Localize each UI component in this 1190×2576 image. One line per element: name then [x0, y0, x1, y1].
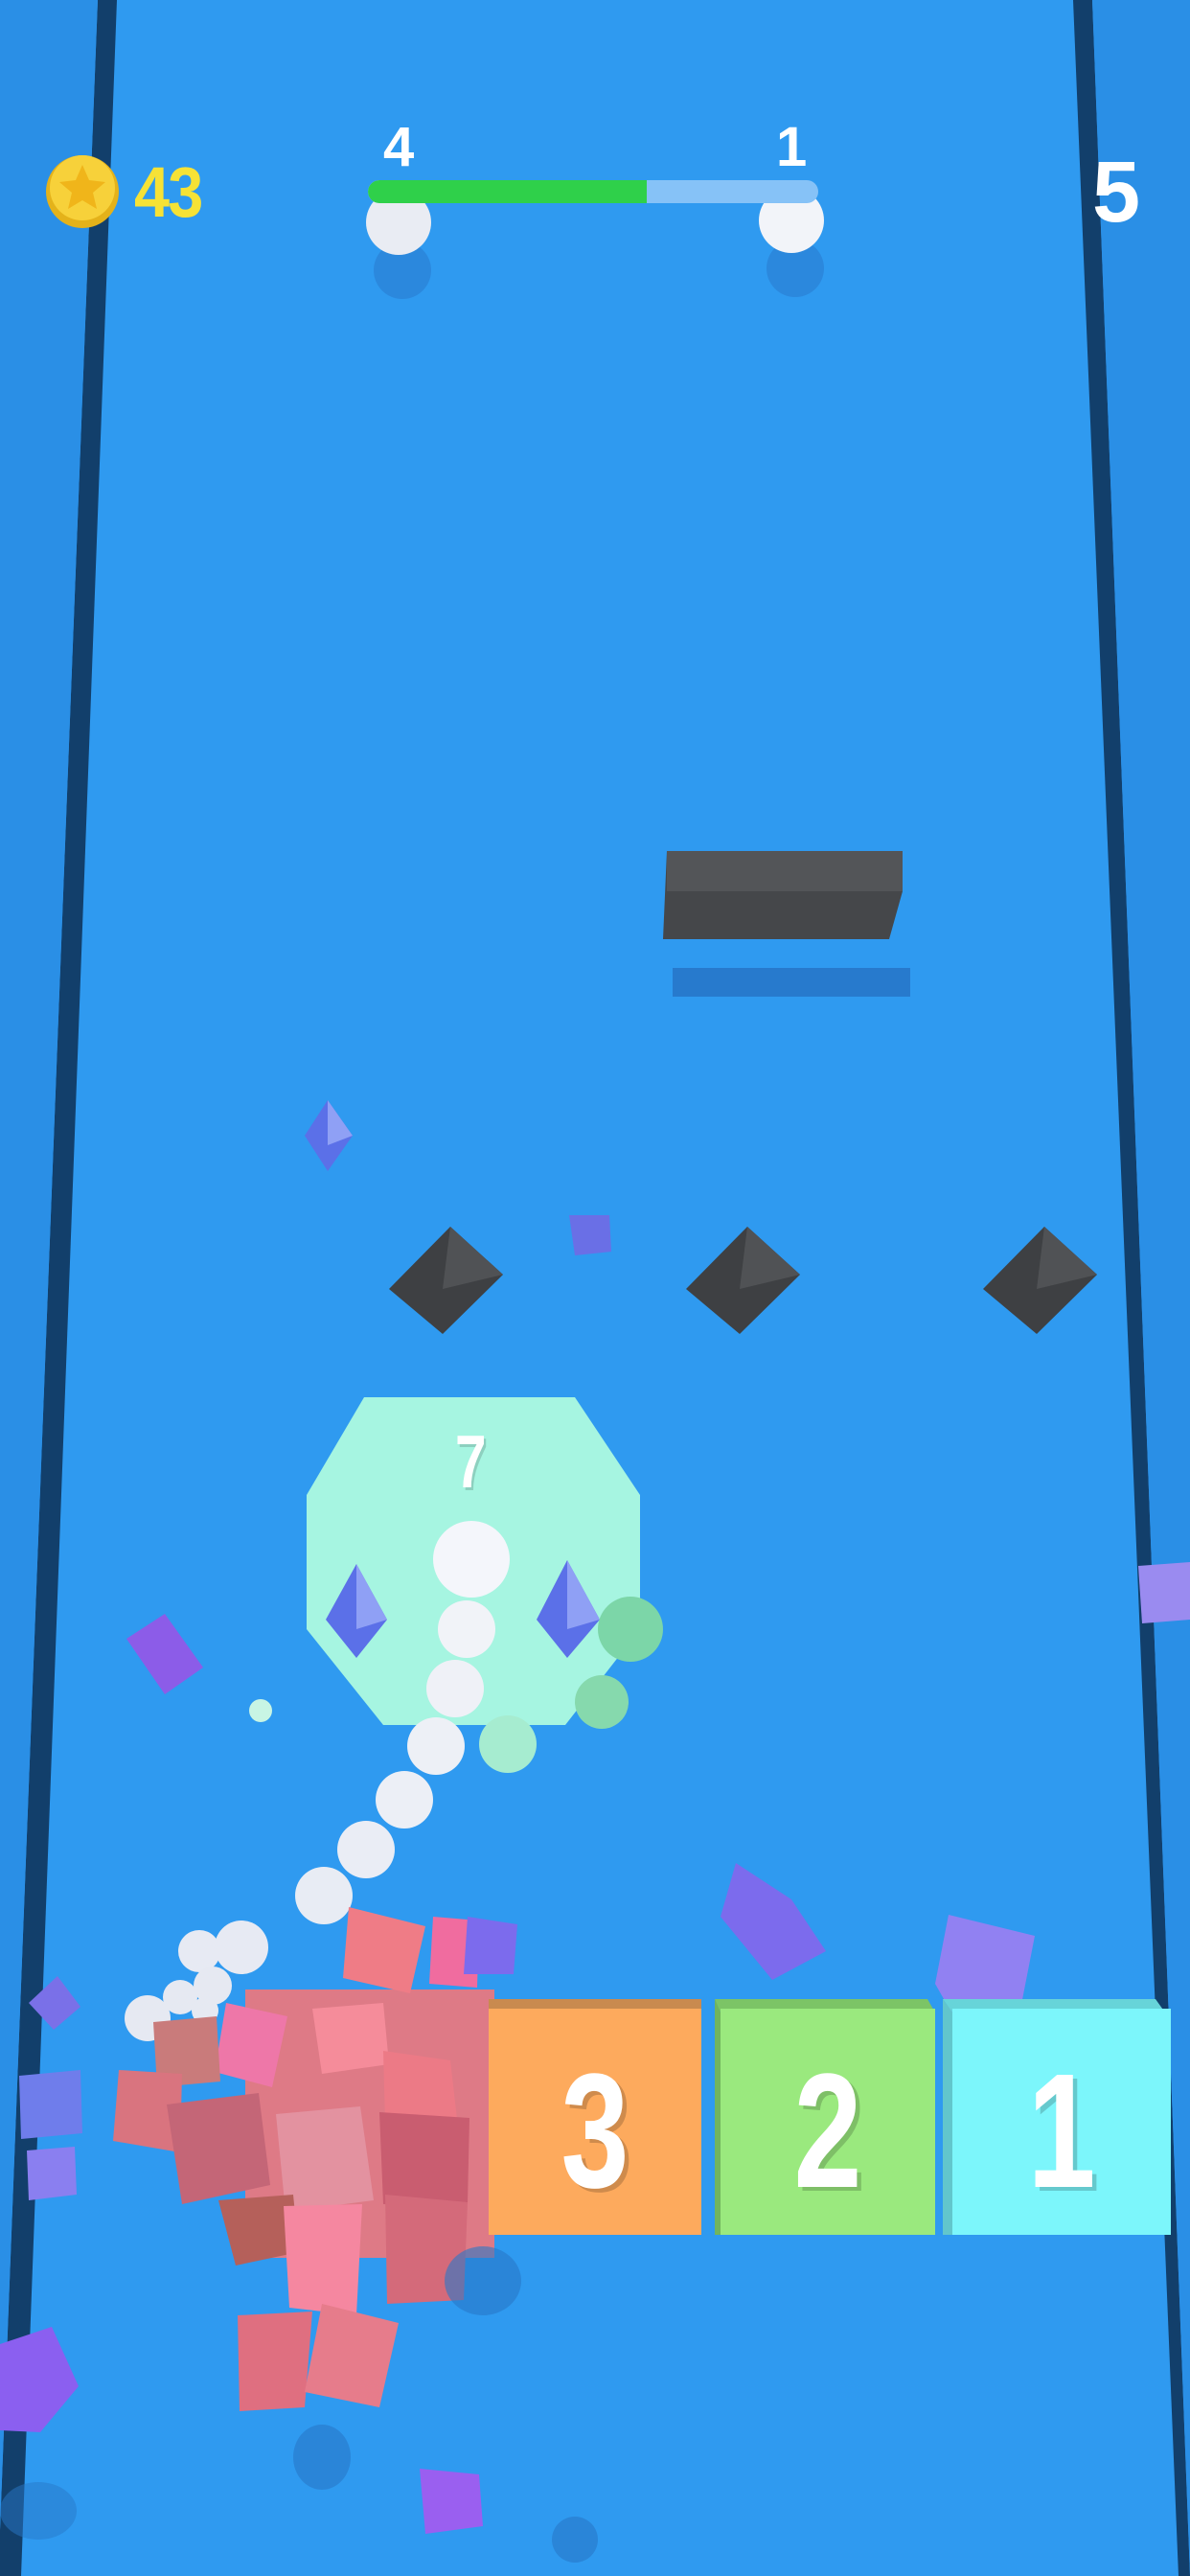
- purple-cube: [27, 2147, 77, 2200]
- purple-cube: [1138, 1562, 1190, 1623]
- purple-cube: [569, 1215, 611, 1255]
- wall-obstacle: [663, 851, 910, 997]
- crowd-count: 7: [455, 1419, 487, 1504]
- block-3-label: 3: [561, 2040, 629, 2222]
- cube-shadow: [552, 2517, 598, 2563]
- block-1-label: 1: [1027, 2040, 1096, 2222]
- green-pebble: [249, 1699, 272, 1722]
- progress-start-count: 4: [383, 116, 415, 178]
- star-coin-icon: [46, 155, 119, 228]
- level-number: 5: [1091, 145, 1140, 241]
- purple-cube: [420, 2469, 483, 2534]
- green-pebble: [598, 1597, 663, 1662]
- green-pebble: [575, 1675, 629, 1729]
- green-pebble: [479, 1715, 537, 1773]
- game-screen[interactable]: 43 5 4 1 7 3 2 1: [0, 0, 1190, 2576]
- level-progress-bar: [368, 180, 818, 203]
- cube-shadow: [293, 2425, 351, 2490]
- level-progress-fill: [368, 180, 648, 203]
- progress-end-count: 1: [776, 116, 808, 178]
- cube-shadow: [445, 2246, 521, 2315]
- cube-shadow: [0, 2482, 77, 2540]
- purple-cube: [19, 2070, 82, 2139]
- block-2-label: 2: [793, 2040, 862, 2222]
- coin-count: 43: [134, 152, 203, 232]
